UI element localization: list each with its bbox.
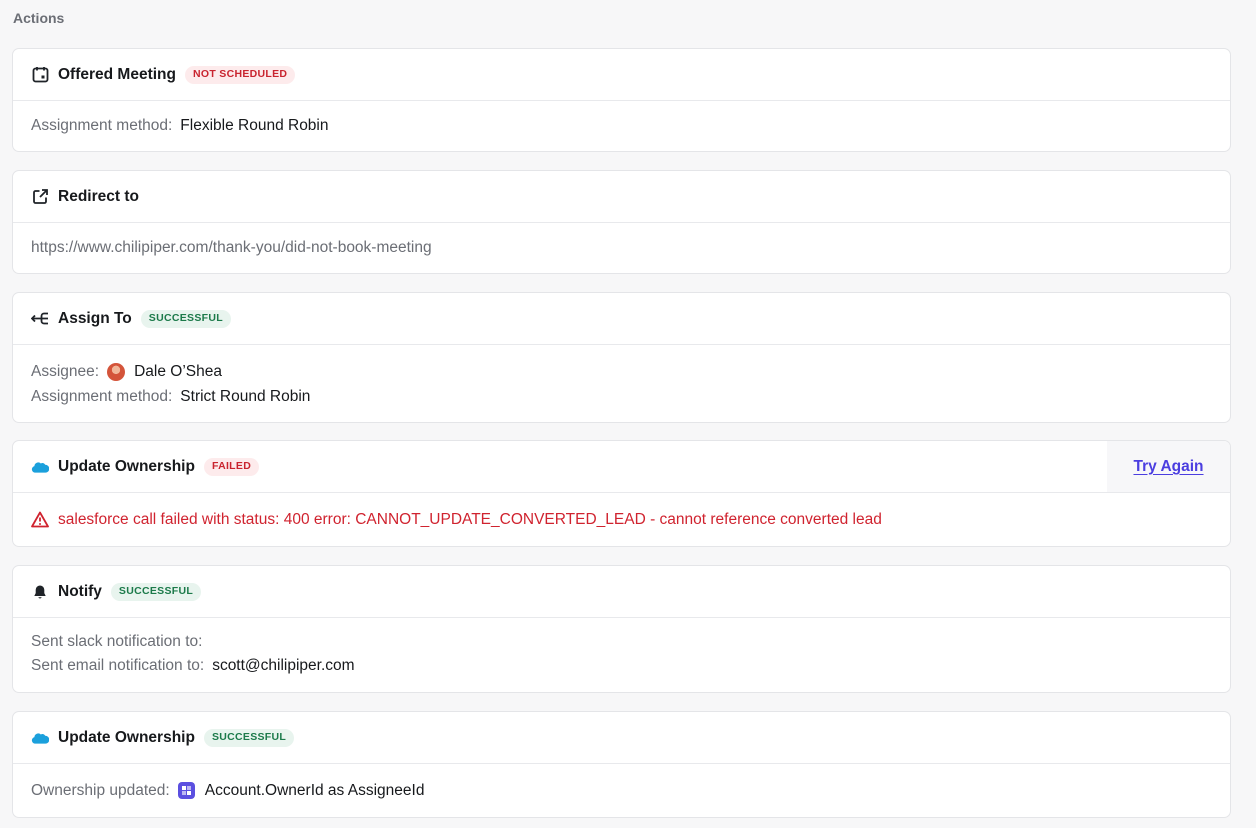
assignee-name: Dale O’Shea: [134, 362, 222, 380]
assignment-method-row: Assignment method: Strict Round Robin: [31, 384, 1230, 409]
update-ownership-failed-card: Update Ownership FAILED Try Again salesf…: [12, 440, 1231, 547]
status-badge: SUCCESSFUL: [140, 309, 231, 328]
salesforce-cloud-icon: [31, 729, 49, 747]
bell-icon: [31, 583, 49, 601]
external-link-icon: [31, 188, 49, 206]
assignment-method-value: Flexible Round Robin: [180, 116, 329, 134]
notify-header: Notify SUCCESSFUL: [13, 566, 1230, 618]
email-notification-label: Sent email notification to:: [31, 657, 205, 674]
offered-meeting-header: Offered Meeting NOT SCHEDULED: [13, 49, 1230, 101]
offered-meeting-title: Offered Meeting: [58, 65, 176, 83]
redirect-card: Redirect to https://www.chilipiper.com/t…: [12, 170, 1231, 274]
assign-to-title: Assign To: [58, 309, 132, 327]
notify-card: Notify SUCCESSFUL Sent slack notificatio…: [12, 565, 1231, 693]
status-badge: NOT SCHEDULED: [184, 65, 296, 84]
redirect-header: Redirect to: [13, 171, 1230, 223]
email-notification-row: Sent email notification to: scott@chilip…: [31, 654, 1230, 678]
update-ownership-success-card: Update Ownership SUCCESSFUL Ownership up…: [12, 711, 1231, 818]
update-ownership-failed-header: Update Ownership FAILED Try Again: [13, 441, 1230, 493]
object-field-icon: [177, 782, 195, 799]
slack-notification-row: Sent slack notification to:: [31, 630, 1230, 654]
slack-notification-label: Sent slack notification to:: [31, 633, 203, 650]
assignment-method-label: Assignment method:: [31, 116, 173, 134]
status-badge: FAILED: [203, 457, 260, 476]
assign-to-card: Assign To SUCCESSFUL Assignee: Dale O’Sh…: [12, 292, 1231, 423]
assignee-label: Assignee:: [31, 362, 100, 380]
redirect-title: Redirect to: [58, 187, 139, 205]
email-notification-value: scott@chilipiper.com: [212, 657, 355, 674]
ownership-updated-value: Account.OwnerId as AssigneeId: [204, 781, 425, 799]
calendar-icon: [31, 66, 49, 84]
update-ownership-title: Update Ownership: [58, 728, 195, 746]
assignee-row: Assignee: Dale O’Shea: [31, 359, 1230, 384]
error-row: salesforce call failed with status: 400 …: [31, 507, 1230, 532]
try-again-button[interactable]: Try Again: [1107, 441, 1230, 492]
error-message: salesforce call failed with status: 400 …: [58, 510, 882, 528]
section-title: Actions: [13, 10, 65, 26]
status-badge: SUCCESSFUL: [110, 582, 202, 601]
ownership-updated-row: Ownership updated: Account.OwnerId as As…: [31, 778, 1230, 803]
redirect-url: https://www.chilipiper.com/thank-you/did…: [31, 238, 432, 256]
assignment-method-value: Strict Round Robin: [180, 387, 311, 405]
notify-title: Notify: [58, 582, 102, 600]
warning-triangle-icon: [31, 511, 49, 529]
avatar: [107, 362, 126, 381]
assignment-method-row: Assignment method: Flexible Round Robin: [31, 113, 1230, 138]
update-ownership-success-header: Update Ownership SUCCESSFUL: [13, 712, 1230, 764]
update-ownership-title: Update Ownership: [58, 457, 195, 475]
assign-to-header: Assign To SUCCESSFUL: [13, 293, 1230, 345]
status-badge: SUCCESSFUL: [203, 728, 295, 747]
assign-arrow-icon: [31, 310, 49, 328]
assignment-method-label: Assignment method:: [31, 387, 173, 405]
offered-meeting-card: Offered Meeting NOT SCHEDULED Assignment…: [12, 48, 1231, 152]
salesforce-cloud-icon: [31, 458, 49, 476]
ownership-updated-label: Ownership updated:: [31, 781, 170, 799]
